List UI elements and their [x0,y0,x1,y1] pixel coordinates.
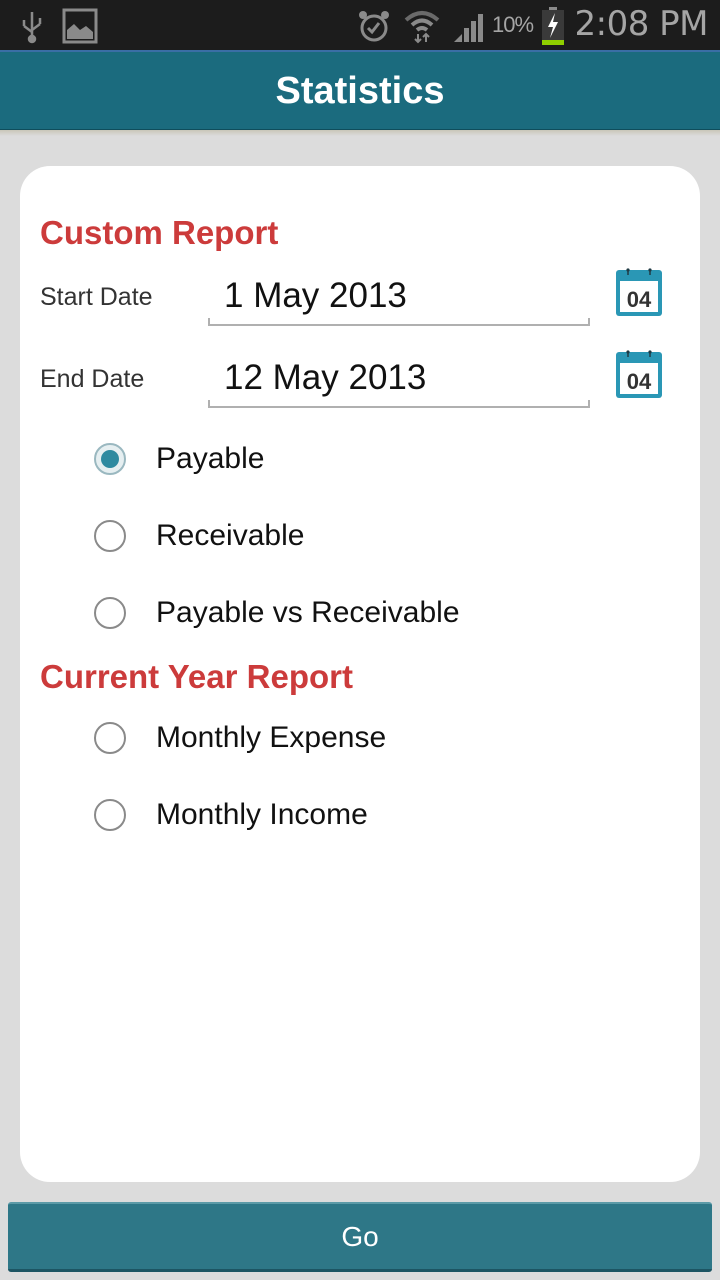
start-date-label: Start Date [40,283,153,311]
title-bar-shadow [0,130,720,136]
end-date-label: End Date [40,365,145,393]
end-date-field[interactable] [208,354,590,408]
radio-payable[interactable]: Payable [94,434,264,484]
radio-button[interactable] [94,722,126,754]
current-year-report-title: Current Year Report [40,658,353,695]
end-date-input[interactable] [208,354,584,402]
radio-monthly-income[interactable]: Monthly Income [94,790,368,840]
radio-receivable[interactable]: Receivable [94,511,304,561]
radio-button[interactable] [94,799,126,831]
end-date-calendar-icon[interactable]: 04 [615,348,663,400]
wifi-icon [404,11,440,44]
signal-icon [454,14,483,42]
clock: 2:08 PM [574,4,709,44]
title-bar: Statistics [0,50,720,130]
radio-button-checked[interactable] [94,443,126,475]
calendar-icon-text: 04 [627,287,652,312]
start-date-calendar-icon[interactable]: 04 [615,266,663,318]
start-date-field[interactable] [208,272,590,326]
radio-payable-vs-receivable[interactable]: Payable vs Receivable [94,588,460,638]
radio-label: Payable vs Receivable [156,596,460,629]
radio-label: Monthly Income [156,798,368,831]
radio-label: Payable [156,442,265,475]
radio-label: Receivable [156,519,305,552]
page-title: Statistics [275,70,445,112]
go-button[interactable]: Go [8,1202,712,1272]
radio-button[interactable] [94,597,126,629]
calendar-icon-text: 04 [627,369,652,394]
gallery-icon [62,8,98,44]
radio-label: Monthly Expense [156,721,387,754]
radio-button[interactable] [94,520,126,552]
radio-monthly-expense[interactable]: Monthly Expense [94,713,386,763]
status-bar: 10% 2:08 PM [0,0,720,50]
custom-report-title: Custom Report [40,214,279,251]
start-date-input[interactable] [208,272,584,320]
report-card: Custom Report Start Date 04 End Date 04 … [20,166,700,1182]
battery-percent: 10% [492,12,534,37]
alarm-icon [359,11,389,42]
battery-charging-icon [542,7,564,45]
usb-icon [22,12,42,44]
